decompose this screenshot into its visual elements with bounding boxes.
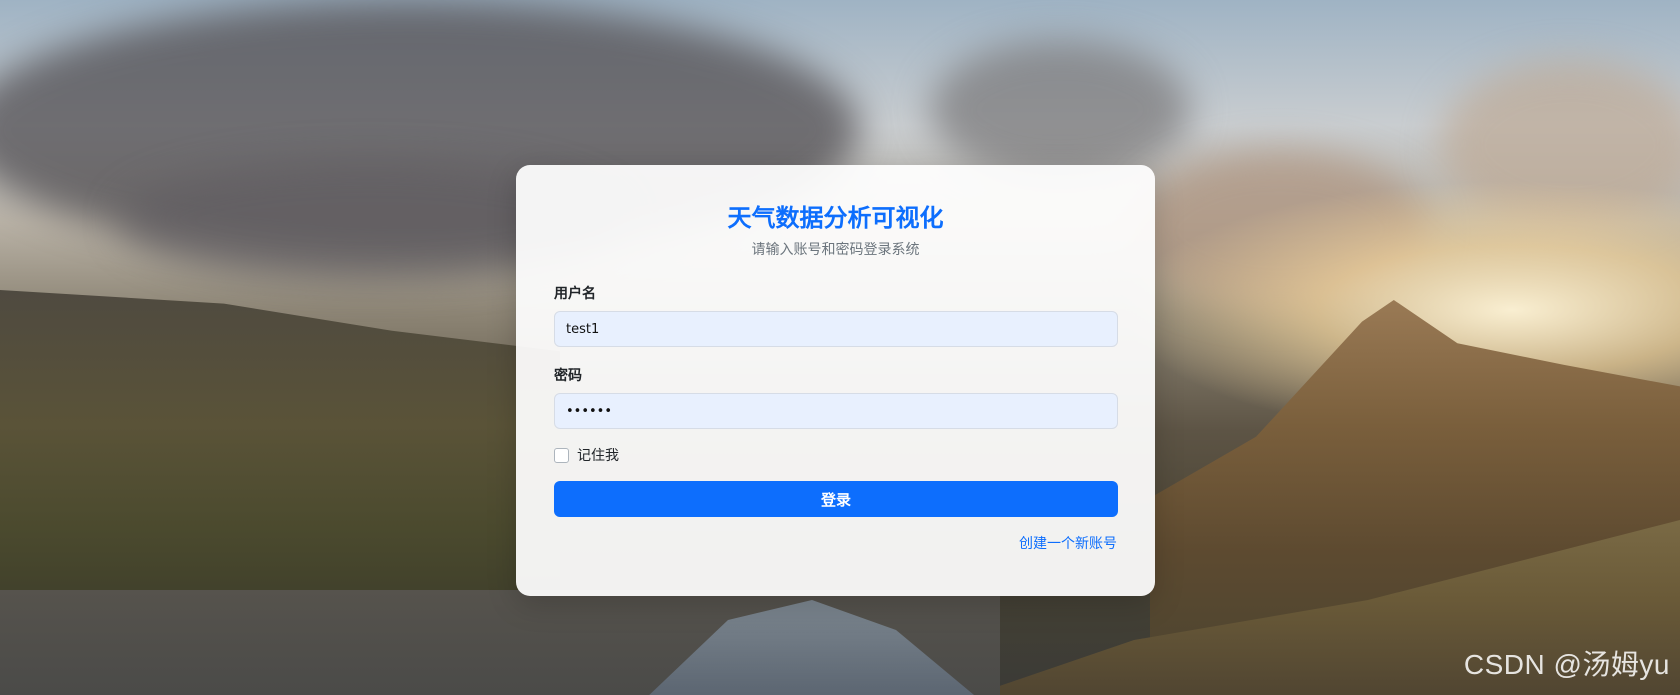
login-button[interactable]: 登录 (554, 481, 1118, 517)
watermark: CSDN @汤姆yu (1463, 649, 1670, 680)
username-input[interactable] (554, 311, 1118, 347)
page-subtitle: 请输入账号和密码登录系统 (751, 242, 920, 258)
login-card: 天气数据分析可视化 请输入账号和密码登录系统 用户名 密码 记住我 登录 创建一… (516, 165, 1155, 596)
password-input[interactable] (554, 393, 1118, 429)
page-title: 天气数据分析可视化 (727, 204, 944, 232)
mountain-left (0, 290, 560, 630)
remember-me-label: 记住我 (577, 448, 619, 464)
username-label: 用户名 (554, 286, 596, 302)
remember-me-row: 记住我 (554, 446, 1117, 464)
create-account-link[interactable]: 创建一个新账号 (1019, 536, 1117, 552)
password-label: 密码 (554, 368, 582, 384)
register-row: 创建一个新账号 (554, 533, 1117, 553)
cloud (930, 40, 1190, 180)
remember-me-checkbox[interactable] (554, 447, 569, 463)
